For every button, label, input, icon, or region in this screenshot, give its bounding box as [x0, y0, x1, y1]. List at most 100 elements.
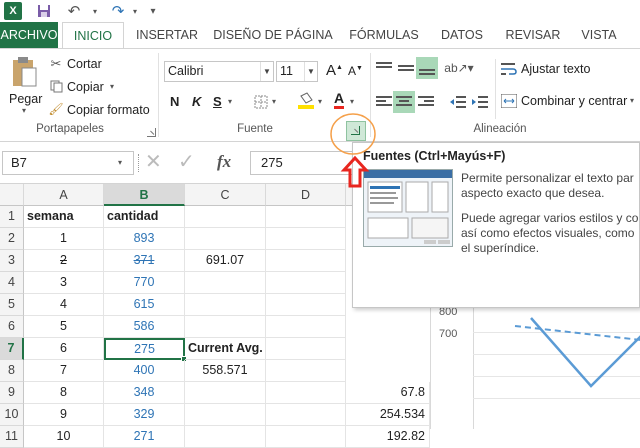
fill-color-icon[interactable]	[296, 91, 316, 111]
cell-a5[interactable]: 4	[24, 294, 104, 316]
cell-b10[interactable]: 329	[104, 404, 185, 426]
chevron-down-icon[interactable]: ▼	[304, 62, 317, 81]
cell-e11[interactable]: 192.82	[346, 426, 430, 448]
cell-c11[interactable]	[185, 426, 266, 448]
cell-b8[interactable]: 400	[104, 360, 185, 382]
undo-dropdown-icon[interactable]: ▾	[90, 2, 100, 20]
paste-icon[interactable]	[8, 55, 40, 91]
column-header-b[interactable]: B	[104, 184, 185, 206]
row-header[interactable]: 4	[0, 272, 24, 294]
cell-a1[interactable]: semana	[24, 206, 104, 228]
cell-a10[interactable]: 9	[24, 404, 104, 426]
cell-d7[interactable]	[266, 338, 346, 360]
cell-a4[interactable]: 3	[24, 272, 104, 294]
enter-icon[interactable]: ✓	[178, 152, 195, 172]
cell-c8[interactable]: 558.571	[185, 360, 266, 382]
decrease-indent-icon[interactable]	[448, 93, 468, 111]
cell-b3[interactable]: 371	[104, 250, 185, 272]
shrink-font-button[interactable]: A▼	[348, 64, 363, 78]
tab-formulas[interactable]: FÓRMULAS	[346, 22, 422, 48]
cell-b7-selected[interactable]: 275	[104, 338, 185, 360]
cell-c7[interactable]: Current Avg.	[185, 338, 266, 360]
cell-d9[interactable]	[266, 382, 346, 404]
redo-icon[interactable]: ↷	[108, 2, 128, 20]
align-bottom-icon[interactable]	[416, 57, 438, 79]
tab-revisar[interactable]: REVISAR	[500, 22, 566, 48]
borders-icon[interactable]	[252, 94, 270, 110]
tab-archivo[interactable]: ARCHIVO	[0, 22, 58, 48]
bold-button[interactable]: N	[170, 94, 179, 109]
cell-a3[interactable]: 2	[24, 250, 104, 272]
align-center-icon[interactable]	[393, 91, 415, 113]
save-icon[interactable]	[34, 2, 54, 20]
copy-dropdown-icon[interactable]: ▾	[110, 82, 114, 91]
fill-color-dropdown-icon[interactable]: ▾	[318, 97, 322, 106]
row-header[interactable]: 9	[0, 382, 24, 404]
cut-button[interactable]: Cortar	[67, 57, 102, 71]
cell-c6[interactable]	[185, 316, 266, 338]
cell-b5[interactable]: 615	[104, 294, 185, 316]
cell-d11[interactable]	[266, 426, 346, 448]
row-header[interactable]: 2	[0, 228, 24, 250]
tab-inicio[interactable]: INICIO	[62, 22, 124, 49]
redo-dropdown-icon[interactable]: ▾	[130, 2, 140, 20]
align-right-icon[interactable]	[416, 93, 436, 111]
cell-a8[interactable]: 7	[24, 360, 104, 382]
name-box[interactable]: B7	[2, 151, 134, 175]
underline-button[interactable]: S	[213, 94, 222, 109]
row-header[interactable]: 8	[0, 360, 24, 382]
cell-d4[interactable]	[266, 272, 346, 294]
cancel-icon[interactable]: ✕	[145, 152, 162, 172]
cell-d8[interactable]	[266, 360, 346, 382]
cell-c1[interactable]	[185, 206, 266, 228]
cell-e9[interactable]: 67.8	[346, 382, 430, 404]
cell-c5[interactable]	[185, 294, 266, 316]
chevron-down-icon[interactable]: ▼	[260, 62, 273, 81]
cell-b11[interactable]: 271	[104, 426, 185, 448]
merge-center-button[interactable]: Combinar y centrar	[521, 94, 627, 108]
cell-a11[interactable]: 10	[24, 426, 104, 448]
font-size-select[interactable]: 11 ▼	[276, 61, 318, 82]
name-box-dropdown-icon[interactable]: ▾	[118, 158, 122, 167]
insert-function-icon[interactable]: fx	[217, 152, 231, 172]
cell-c10[interactable]	[185, 404, 266, 426]
cell-d1[interactable]	[266, 206, 346, 228]
customize-qat-icon[interactable]: ▾	[146, 2, 160, 20]
cell-a7[interactable]: 6	[24, 338, 104, 360]
row-header[interactable]: 5	[0, 294, 24, 316]
clipboard-launcher-icon[interactable]	[147, 128, 156, 137]
cell-c3[interactable]: 691.07	[185, 250, 266, 272]
cell-d6[interactable]	[266, 316, 346, 338]
cell-a9[interactable]: 8	[24, 382, 104, 404]
merge-dropdown-icon[interactable]: ▾	[630, 96, 634, 105]
column-header-a[interactable]: A	[24, 184, 104, 206]
row-header[interactable]: 10	[0, 404, 24, 426]
tab-diseno-pagina[interactable]: DISEÑO DE PÁGINA	[212, 22, 334, 48]
cell-b9[interactable]: 348	[104, 382, 185, 404]
undo-icon[interactable]: ↶	[64, 2, 84, 20]
cell-c2[interactable]	[185, 228, 266, 250]
cell-d3[interactable]	[266, 250, 346, 272]
borders-dropdown-icon[interactable]: ▾	[272, 97, 276, 106]
tab-datos[interactable]: DATOS	[434, 22, 490, 48]
underline-dropdown-icon[interactable]: ▾	[228, 97, 232, 106]
orientation-icon[interactable]: ab↗▾	[444, 59, 473, 77]
font-color-button[interactable]: A	[334, 91, 345, 109]
paste-button[interactable]: Pegar	[9, 92, 42, 106]
copy-button[interactable]: Copiar	[67, 80, 104, 94]
paste-dropdown-icon[interactable]: ▾	[22, 106, 26, 115]
row-header[interactable]: 1	[0, 206, 24, 228]
cell-d10[interactable]	[266, 404, 346, 426]
select-all-corner[interactable]	[0, 184, 24, 206]
tab-vista[interactable]: VISTA	[576, 22, 622, 48]
row-header[interactable]: 6	[0, 316, 24, 338]
cell-c9[interactable]	[185, 382, 266, 404]
row-header[interactable]: 3	[0, 250, 24, 272]
align-middle-icon[interactable]	[396, 59, 416, 77]
cell-b2[interactable]: 893	[104, 228, 185, 250]
cell-a2[interactable]: 1	[24, 228, 104, 250]
embedded-chart[interactable]: 800 700	[430, 302, 640, 429]
align-top-icon[interactable]	[374, 59, 394, 77]
column-header-c[interactable]: C	[185, 184, 266, 206]
italic-button[interactable]: K	[192, 94, 201, 109]
